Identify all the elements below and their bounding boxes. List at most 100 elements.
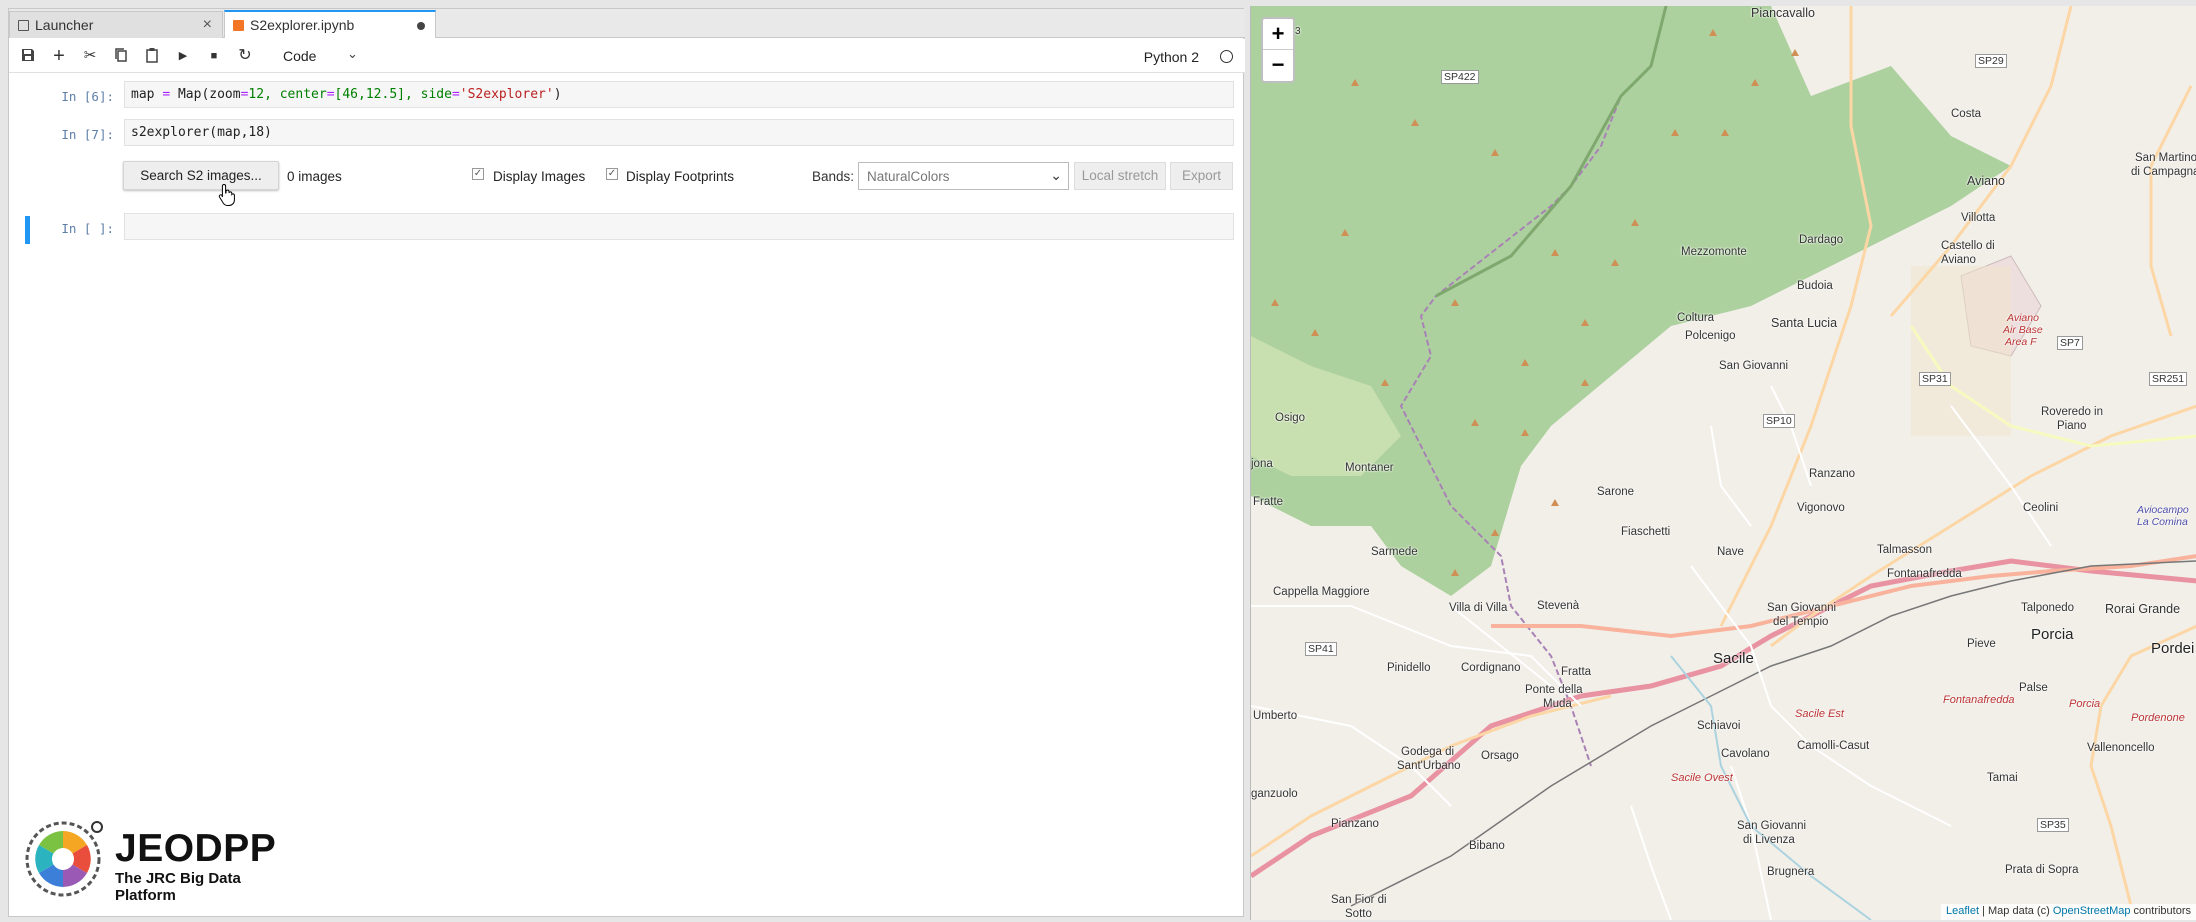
map-label: Pordei	[2151, 640, 2195, 657]
map-label: Ceolini	[2023, 502, 2059, 514]
map-label: Sotto	[1345, 908, 1372, 920]
map-label: Aviano	[1941, 254, 1976, 266]
map-label: Santa Lucia	[1771, 316, 1838, 330]
map-label: Palse	[2019, 682, 2048, 694]
aperture-logo-icon	[25, 821, 103, 897]
map-label: San Giovanni	[1719, 360, 1789, 372]
map-label: Sacile	[1713, 650, 1754, 667]
map-label: Schiavoi	[1697, 720, 1741, 732]
tab-launcher[interactable]: Launcher ×	[9, 11, 223, 38]
cell-type-select[interactable]: Code	[283, 48, 316, 64]
map-label: Vallenoncello	[2087, 742, 2155, 754]
chevron-down-icon: ⌄	[1050, 167, 1062, 183]
map-label: del Tempio	[1773, 616, 1829, 628]
road-label: SP35	[2037, 818, 2069, 832]
zoom-in-button[interactable]: +	[1263, 19, 1293, 50]
map-label: Aviano	[2007, 312, 2039, 324]
map-label: Costa	[1951, 108, 1982, 120]
map-panel[interactable]: Piancavallo SP422 SP29 Costa Castello di…	[1250, 6, 2196, 920]
tab-label: S2explorer.ipynb	[250, 17, 355, 33]
map-label: Talponedo	[2021, 602, 2075, 614]
unsaved-dot-icon[interactable]	[417, 22, 425, 30]
road-label: SP29	[1975, 54, 2007, 68]
cell-prompt: In [7]:	[61, 127, 114, 142]
road-label: SP7	[2057, 336, 2083, 350]
restart-icon[interactable]: ↻	[236, 47, 254, 65]
map-label: Air Base	[2003, 324, 2043, 336]
tab-s2explorer[interactable]: S2explorer.ipynb	[224, 10, 436, 38]
code-cell-input[interactable]	[124, 213, 1234, 240]
map-label: Bibano	[1469, 840, 1505, 852]
map-label: Roveredo in	[2041, 406, 2104, 418]
map-label: Coltura	[1677, 312, 1715, 324]
screen: Launcher × S2explorer.ipynb + ✂ ▶ ■ ↻ Co…	[0, 0, 2196, 922]
display-images-checkbox[interactable]: ✓	[472, 168, 484, 180]
search-s2-images-button[interactable]: Search S2 images...	[123, 161, 279, 190]
map-label: Ponte della	[1525, 684, 1583, 696]
add-cell-icon[interactable]: +	[50, 46, 68, 66]
export-button[interactable]: Export	[1170, 162, 1233, 190]
map-label: Pinidello	[1387, 662, 1431, 674]
save-icon[interactable]	[19, 47, 37, 65]
map-label: Castello di	[1941, 240, 1995, 252]
map-label: Fratta	[1561, 666, 1592, 678]
map-label: San Giovanni	[1737, 820, 1807, 832]
stop-icon[interactable]: ■	[205, 47, 223, 65]
map-label: Villa di Villa	[1449, 602, 1508, 614]
map-label: Montaner	[1345, 462, 1394, 474]
copy-icon[interactable]	[112, 47, 130, 65]
logo-title: JEODPP	[115, 827, 277, 870]
map-label: Porcia	[2069, 698, 2101, 710]
map-label: Mezzomonte	[1681, 246, 1747, 258]
map-label: San Fior di	[1331, 894, 1387, 906]
notebook-toolbar: + ✂ ▶ ■ ↻ Code ⌄ Python 2	[9, 39, 1245, 73]
map-label: Sacile Est	[1795, 708, 1844, 720]
hand-cursor-icon	[218, 183, 235, 206]
road-label: SP422	[1441, 70, 1479, 84]
notebook-panel: Launcher × S2explorer.ipynb + ✂ ▶ ■ ↻ Co…	[8, 8, 1245, 917]
local-stretch-button[interactable]: Local stretch	[1074, 162, 1166, 190]
map-label: Fontanafredda	[1887, 568, 1962, 580]
notebook-icon	[233, 19, 244, 31]
close-icon[interactable]: ×	[203, 16, 212, 34]
cell-prompt: In [6]:	[61, 89, 114, 104]
leaflet-link[interactable]: Leaflet	[1946, 905, 1979, 917]
cell-prompt: In [ ]:	[61, 221, 114, 236]
map-label: Tamai	[1987, 772, 2018, 784]
map-label: Camolli-Casut	[1797, 740, 1870, 752]
map-label: Fontanafredda	[1943, 694, 2015, 706]
map-label: 3	[1295, 26, 1301, 37]
bands-select[interactable]: NaturalColors ⌄	[858, 162, 1069, 190]
map-label: Cappella Maggiore	[1273, 586, 1370, 598]
run-icon[interactable]: ▶	[174, 47, 192, 65]
zoom-out-button[interactable]: −	[1263, 50, 1293, 81]
launcher-icon	[18, 19, 29, 31]
display-footprints-checkbox[interactable]: ✓	[606, 168, 618, 180]
map-label: Polcenigo	[1685, 330, 1736, 342]
openstreetmap-link[interactable]: OpenStreetMap	[2053, 905, 2131, 917]
map-label: Piancavallo	[1751, 6, 1815, 20]
map-label: Aviocampo	[2137, 504, 2189, 516]
map-label: Porcia	[2031, 626, 2074, 643]
paste-icon[interactable]	[143, 47, 161, 65]
map-label: San Martino	[2135, 152, 2196, 164]
cut-icon[interactable]: ✂	[81, 47, 99, 65]
map-label: Budoia	[1797, 280, 1833, 292]
map-label: Rorai Grande	[2105, 602, 2181, 616]
display-images-label: Display Images	[493, 169, 586, 184]
bands-label: Bands:	[812, 169, 855, 184]
map-label: Fiaschetti	[1621, 526, 1671, 538]
map-label: Pordenone	[2131, 712, 2185, 724]
code-cell-input[interactable]: s2explorer(map,18)	[124, 119, 1234, 146]
map-label: Sarone	[1597, 486, 1635, 498]
chevron-down-icon[interactable]: ⌄	[347, 46, 358, 62]
map-label: La Comina	[2137, 516, 2188, 528]
map-label: Ranzano	[1809, 468, 1856, 480]
jeodpp-logo: JEODPP The JRC Big Data Platform	[21, 817, 301, 904]
map-label: Pianzano	[1331, 818, 1379, 830]
code-cell-input[interactable]: map = Map(zoom=12, center=[46,12.5], sid…	[124, 81, 1234, 108]
map-label: Muda	[1543, 698, 1572, 710]
map-label: Pieve	[1967, 638, 1996, 650]
map-label: Sarmede	[1371, 546, 1418, 558]
map-label: Sant'Urbano	[1397, 760, 1461, 772]
